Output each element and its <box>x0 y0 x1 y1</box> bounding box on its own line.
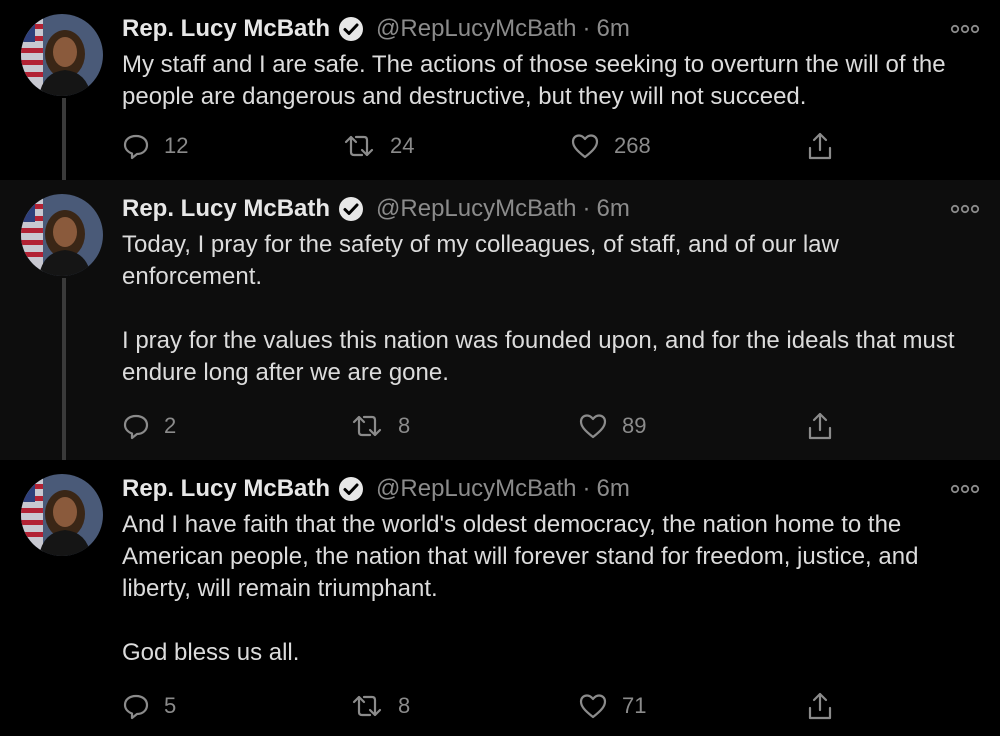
heart-icon <box>579 414 607 439</box>
tweet-text: My staff and I are safe. The actions of … <box>122 49 982 113</box>
like-count: 89 <box>622 413 647 438</box>
author-name[interactable]: Rep. Lucy McBath <box>122 195 330 223</box>
tweet-paragraph: And I have faith that the world's oldest… <box>122 511 919 602</box>
like-button[interactable]: 71 <box>578 690 646 722</box>
author-name[interactable]: Rep. Lucy McBath <box>122 15 330 43</box>
retweet-button[interactable]: 8 <box>350 690 410 722</box>
tweet-actions: 12 24 268 <box>122 130 852 162</box>
tweet-paragraph: Today, I pray for the safety of my colle… <box>122 231 839 290</box>
retweet-count: 8 <box>398 693 411 718</box>
share-icon <box>808 412 832 440</box>
timestamp[interactable]: 6m <box>596 475 629 503</box>
avatar[interactable] <box>21 194 103 276</box>
verified-badge-icon <box>336 194 366 224</box>
reply-icon <box>123 694 149 720</box>
retweet-icon <box>344 135 374 157</box>
reply-button[interactable]: 12 <box>122 130 188 162</box>
retweet-icon <box>352 415 382 437</box>
like-button[interactable]: 268 <box>570 130 651 162</box>
reply-count: 12 <box>164 133 189 158</box>
author-name[interactable]: Rep. Lucy McBath <box>122 475 330 503</box>
thread-connector-line <box>62 278 66 460</box>
reply-count: 2 <box>164 413 177 438</box>
tweet-actions: 5 8 71 <box>122 690 852 722</box>
retweet-count: 24 <box>390 133 415 158</box>
tweet-thread: Rep. Lucy McBath @RepLucyMcBath · 6m My … <box>0 0 1000 736</box>
tweet-text: Today, I pray for the safety of my colle… <box>122 229 982 389</box>
separator-dot: · <box>582 15 591 42</box>
author-handle[interactable]: @RepLucyMcBath <box>376 15 576 43</box>
timestamp[interactable]: 6m <box>596 195 629 223</box>
retweet-button[interactable]: 24 <box>342 130 414 162</box>
more-icon[interactable] <box>950 22 980 36</box>
reply-count: 5 <box>164 693 177 718</box>
avatar[interactable] <box>21 474 103 556</box>
share-button[interactable] <box>806 410 848 442</box>
retweet-icon <box>352 695 382 717</box>
share-button[interactable] <box>806 130 848 162</box>
author-handle[interactable]: @RepLucyMcBath <box>376 475 576 503</box>
reply-button[interactable]: 2 <box>122 410 176 442</box>
tweet-header: Rep. Lucy McBath @RepLucyMcBath · 6m <box>122 472 630 506</box>
share-button[interactable] <box>806 690 848 722</box>
separator-dot: · <box>582 475 591 502</box>
thread-connector-line <box>62 98 66 180</box>
more-icon[interactable] <box>950 202 980 216</box>
tweet-3[interactable]: Rep. Lucy McBath @RepLucyMcBath · 6m And… <box>0 460 1000 736</box>
reply-icon <box>123 414 149 440</box>
separator-dot: · <box>582 195 591 222</box>
tweet-paragraph: My staff and I are safe. The actions of … <box>122 51 946 110</box>
heart-icon <box>579 694 607 719</box>
like-button[interactable]: 89 <box>578 410 646 442</box>
avatar[interactable] <box>21 14 103 96</box>
reply-icon <box>123 134 149 160</box>
retweet-button[interactable]: 8 <box>350 410 410 442</box>
share-icon <box>808 692 832 720</box>
tweet-paragraph: God bless us all. <box>122 639 300 666</box>
more-icon[interactable] <box>950 482 980 496</box>
tweet-header: Rep. Lucy McBath @RepLucyMcBath · 6m <box>122 192 630 226</box>
retweet-count: 8 <box>398 413 411 438</box>
tweet-header: Rep. Lucy McBath @RepLucyMcBath · 6m <box>122 12 630 46</box>
verified-badge-icon <box>336 474 366 504</box>
author-handle[interactable]: @RepLucyMcBath <box>376 195 576 223</box>
tweet-2[interactable]: Rep. Lucy McBath @RepLucyMcBath · 6m Tod… <box>0 180 1000 460</box>
like-count: 71 <box>622 693 647 718</box>
timestamp[interactable]: 6m <box>596 15 629 43</box>
like-count: 268 <box>614 133 651 158</box>
tweet-1[interactable]: Rep. Lucy McBath @RepLucyMcBath · 6m My … <box>0 0 1000 180</box>
heart-icon <box>571 134 599 159</box>
reply-button[interactable]: 5 <box>122 690 176 722</box>
tweet-paragraph: I pray for the values this nation was fo… <box>122 327 955 386</box>
share-icon <box>808 132 832 160</box>
verified-badge-icon <box>336 14 366 44</box>
tweet-text: And I have faith that the world's oldest… <box>122 509 982 669</box>
tweet-actions: 2 8 89 <box>122 410 852 442</box>
